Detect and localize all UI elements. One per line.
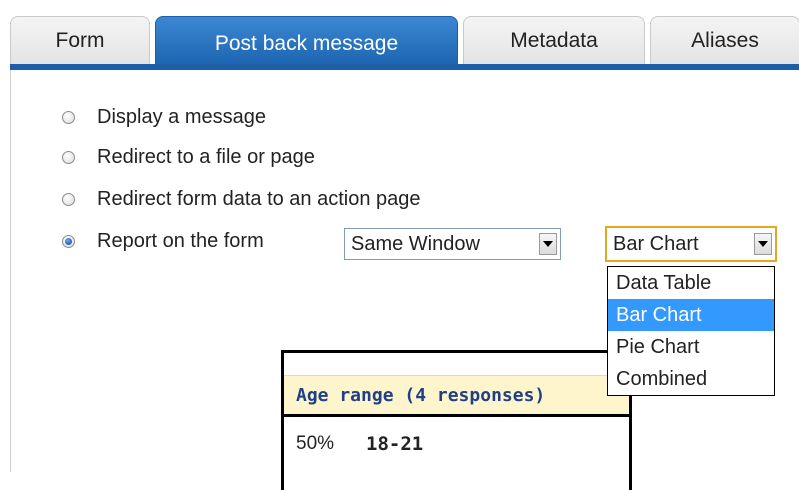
- report-preview: Age range (4 responses) 50% 18-21: [281, 350, 632, 490]
- chart-type-select[interactable]: Bar Chart: [605, 226, 777, 262]
- radio-report-form[interactable]: [62, 235, 75, 248]
- option-label: Redirect to a file or page: [97, 146, 315, 168]
- tab-form[interactable]: Form: [10, 16, 150, 64]
- option-report-form[interactable]: Report on the form: [62, 230, 264, 253]
- chevron-down-icon[interactable]: [754, 233, 772, 255]
- radio-redirect-file[interactable]: [62, 151, 75, 164]
- option-label: Redirect form data to an action page: [97, 188, 421, 210]
- chevron-down-icon[interactable]: [539, 233, 557, 255]
- panel-border: [10, 70, 11, 472]
- tab-bar: Form Post back message Metadata Aliases: [10, 16, 799, 70]
- dropdown-option-data-table[interactable]: Data Table: [608, 267, 774, 299]
- option-redirect-file[interactable]: Redirect to a file or page: [62, 146, 315, 169]
- option-display-message[interactable]: Display a message: [62, 106, 266, 129]
- window-select-value: Same Window: [351, 232, 480, 255]
- report-row: 50% 18-21: [296, 433, 423, 455]
- chart-type-dropdown: Data Table Bar Chart Pie Chart Combined: [607, 266, 775, 396]
- dropdown-option-pie-chart[interactable]: Pie Chart: [608, 331, 774, 363]
- option-redirect-action[interactable]: Redirect form data to an action page: [62, 188, 421, 211]
- radio-display-message[interactable]: [62, 111, 75, 124]
- option-label: Display a message: [97, 106, 266, 128]
- tab-label: Metadata: [510, 28, 598, 52]
- chart-type-select-value: Bar Chart: [613, 232, 699, 255]
- option-label: Report on the form: [97, 230, 264, 252]
- tab-label: Form: [55, 28, 105, 52]
- dropdown-option-combined[interactable]: Combined: [608, 363, 774, 395]
- tab-underline: [10, 64, 799, 70]
- report-range: 18-21: [366, 433, 424, 455]
- tab-metadata[interactable]: Metadata: [463, 16, 645, 64]
- dropdown-option-bar-chart[interactable]: Bar Chart: [608, 299, 774, 331]
- tab-label: Aliases: [691, 28, 759, 52]
- radio-redirect-action[interactable]: [62, 193, 75, 206]
- tab-aliases[interactable]: Aliases: [650, 16, 799, 64]
- window-select[interactable]: Same Window: [344, 228, 561, 260]
- tab-label: Post back message: [214, 31, 399, 55]
- report-percent: 50%: [296, 433, 335, 454]
- tab-post-back-message[interactable]: Post back message: [155, 16, 458, 70]
- report-header: Age range (4 responses): [284, 375, 629, 417]
